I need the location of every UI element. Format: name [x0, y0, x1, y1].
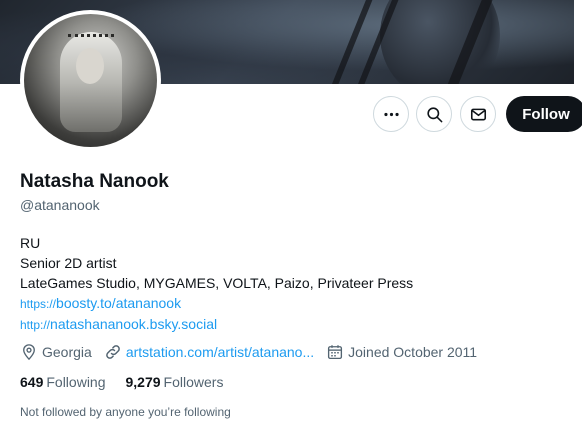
profile-page: Follow Natasha Nanook @atananook RU Seni…: [0, 0, 582, 434]
location-text: Georgia: [42, 344, 92, 360]
link-protocol: http://: [20, 318, 51, 332]
bio-line: Senior 2D artist: [20, 255, 117, 271]
joined-text: Joined October 2011: [348, 344, 478, 360]
avatar-image: [24, 14, 157, 147]
location-item: Georgia: [20, 343, 92, 361]
joined-item: Joined October 2011: [326, 343, 477, 361]
avatar-crown: [68, 34, 114, 48]
profile-bio: RU Senior 2D artist LateGames Studio, MY…: [20, 233, 413, 335]
profile-handle: @atananook: [20, 197, 100, 213]
search-button[interactable]: [416, 96, 452, 132]
bio-line: RU: [20, 235, 41, 251]
following-count[interactable]: 649 Following: [20, 374, 106, 392]
following-value: 649: [20, 374, 44, 390]
website-link[interactable]: artstation.com/artist/atanano...: [126, 344, 314, 360]
link-icon: [105, 345, 120, 359]
envelope-icon: [470, 108, 486, 120]
link-text: natashananook.bsky.social: [50, 316, 218, 332]
calendar-icon: [328, 345, 343, 360]
banner-streak: [323, 0, 383, 84]
profile-meta: Georgia artstation.com/artist/atanano...: [20, 342, 489, 362]
followers-value: 9,279: [125, 374, 161, 390]
bio-line: LateGames Studio, MYGAMES, VOLTA, Paizo,…: [20, 275, 414, 291]
more-button[interactable]: [373, 96, 409, 132]
following-label: Following: [46, 374, 106, 390]
followed-by-text: Not followed by anyone you’re following: [20, 405, 231, 419]
avatar-face: [76, 48, 104, 84]
profile-name: Natasha Nanook: [20, 171, 169, 192]
followers-label: Followers: [163, 374, 224, 390]
avatar[interactable]: [20, 10, 161, 151]
banner-edge: [574, 0, 582, 84]
link-text: boosty.to/atananook: [56, 295, 182, 311]
followers-count[interactable]: 9,279 Followers: [126, 374, 224, 392]
link-protocol: https://: [20, 297, 57, 311]
location-pin-icon: [23, 344, 35, 361]
more-icon: [383, 112, 399, 116]
bio-link-boosty[interactable]: https://boosty.to/atananook: [20, 293, 413, 314]
search-icon: [426, 106, 442, 122]
follow-button[interactable]: Follow: [506, 96, 582, 132]
message-button[interactable]: [460, 96, 496, 132]
bio-link-bsky[interactable]: http://natashananook.bsky.social: [20, 314, 413, 335]
follow-counts: 649 Following 9,279 Followers: [20, 374, 243, 392]
website-item[interactable]: artstation.com/artist/atanano...: [104, 343, 314, 361]
